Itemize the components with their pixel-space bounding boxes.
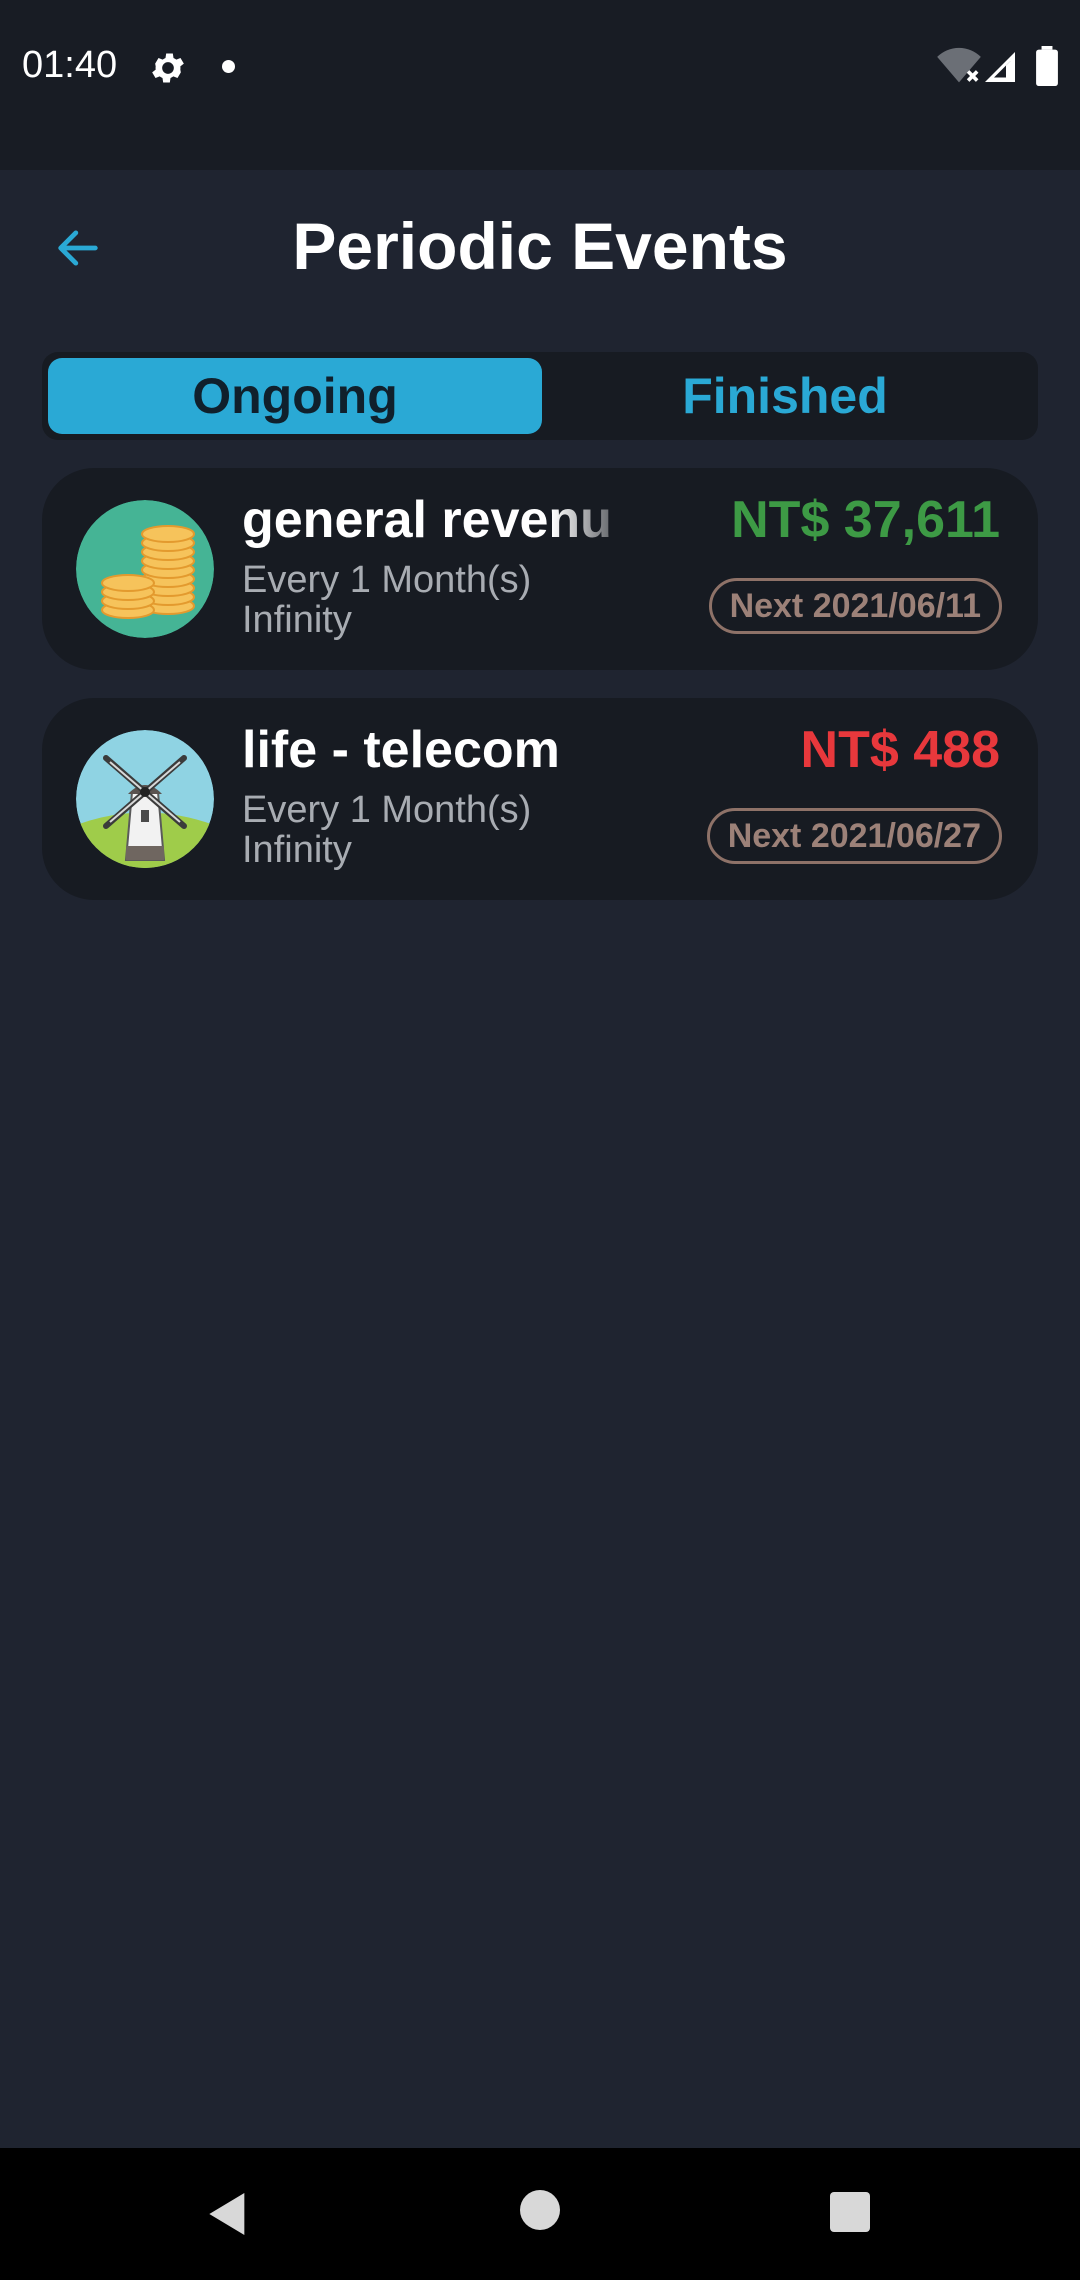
- coins-icon: [76, 500, 214, 638]
- event-repeat: Infinity: [242, 599, 352, 641]
- nav-back-icon[interactable]: [200, 2186, 256, 2242]
- nav-recents-icon[interactable]: [830, 2192, 870, 2232]
- status-time: 01:40: [22, 44, 118, 86]
- gear-icon: [152, 53, 184, 83]
- tab-finished[interactable]: Finished: [538, 358, 1032, 434]
- event-amount: NT$ 37,611: [731, 491, 1000, 549]
- next-date-badge: Next 2021/06/11: [708, 578, 1002, 634]
- signal-icon: [985, 52, 1015, 82]
- event-card-general-revenue[interactable]: general revenu Every 1 Month(s) Infinity…: [42, 468, 1038, 670]
- wifi-off-icon: [937, 47, 981, 83]
- notification-dot-icon: [222, 60, 235, 73]
- nav-home-icon[interactable]: [520, 2190, 560, 2230]
- status-bar: 01:40: [0, 0, 1080, 170]
- event-card-life-telecom[interactable]: life - telecom Every 1 Month(s) Infinity…: [42, 698, 1038, 900]
- page-title: Periodic Events: [292, 209, 788, 283]
- tab-ongoing[interactable]: Ongoing: [48, 358, 542, 434]
- app-bar: Periodic Events: [0, 170, 1080, 326]
- battery-icon: [1036, 46, 1058, 86]
- event-frequency: Every 1 Month(s): [242, 559, 532, 601]
- tab-switcher: Ongoing Finished: [42, 352, 1038, 440]
- event-title: general revenu: [242, 490, 642, 554]
- system-nav-bar: [0, 2148, 1080, 2280]
- event-title: life - telecom: [242, 721, 560, 779]
- event-repeat: Infinity: [242, 829, 352, 871]
- windmill-icon: [76, 730, 214, 868]
- next-date-badge: Next 2021/06/27: [706, 808, 1002, 864]
- event-amount: NT$ 488: [800, 721, 1000, 779]
- event-frequency: Every 1 Month(s): [242, 789, 532, 831]
